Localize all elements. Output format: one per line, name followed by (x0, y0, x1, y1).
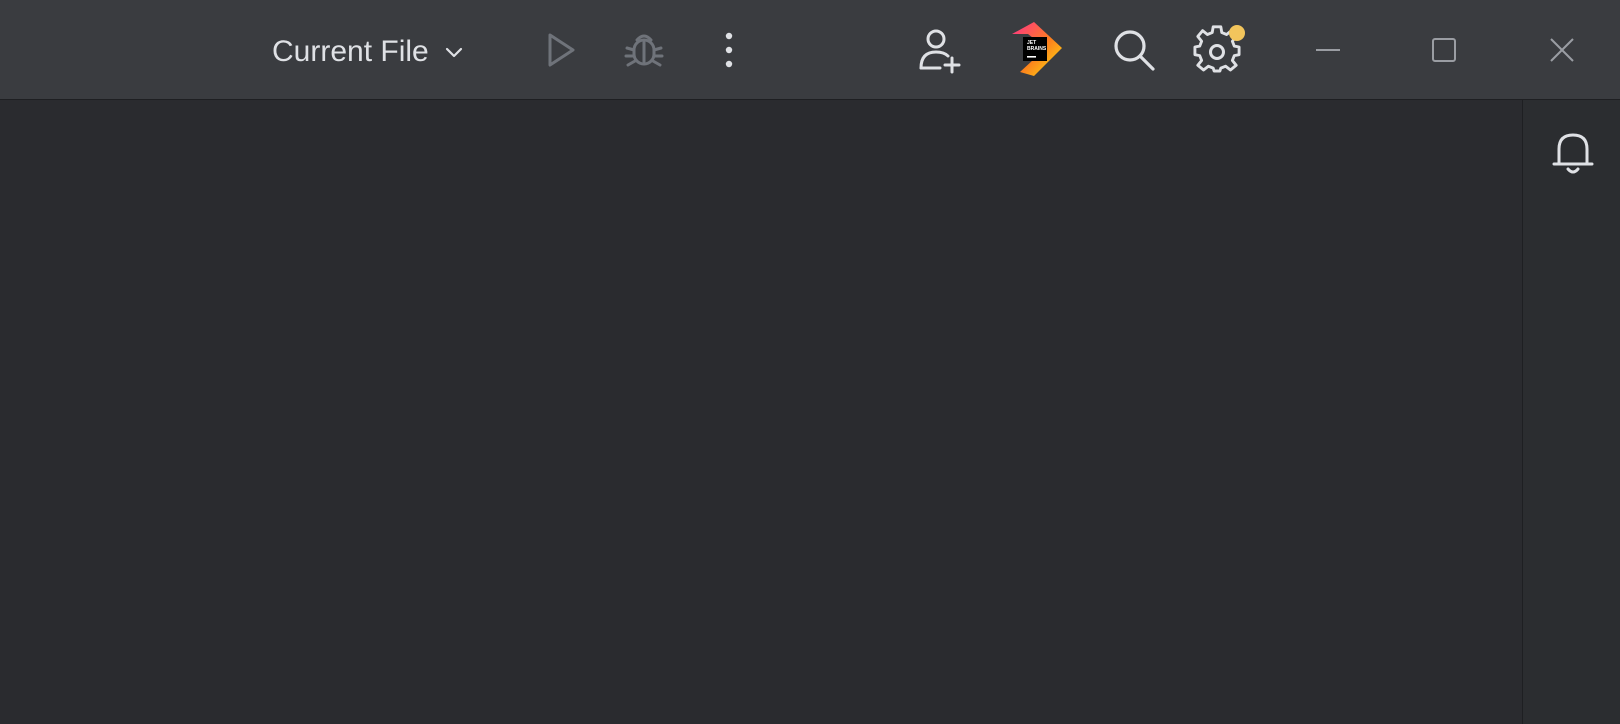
code-with-me-button[interactable] (914, 24, 966, 76)
jetbrains-account-button[interactable]: JET BRAINS (1006, 20, 1066, 80)
right-tool-window-bar (1522, 100, 1620, 724)
chevron-down-icon (445, 47, 462, 58)
jetbrains-logo-icon: JET BRAINS (1012, 22, 1062, 76)
maximize-button[interactable] (1418, 26, 1470, 74)
play-icon (548, 33, 575, 67)
bug-icon (624, 34, 664, 67)
minimize-button[interactable] (1302, 26, 1354, 74)
title-bar: Current File JET BRAINS (0, 0, 1620, 100)
search-everywhere-button[interactable] (1108, 24, 1160, 76)
more-actions-button[interactable] (703, 24, 755, 76)
settings-update-badge (1229, 25, 1245, 41)
minimize-icon (1316, 49, 1340, 51)
run-button[interactable] (534, 24, 586, 76)
notifications-button[interactable] (1549, 128, 1597, 176)
ide-window: Current File JET BRAINS (0, 0, 1620, 724)
debug-button[interactable] (618, 24, 670, 76)
editor-area[interactable] (0, 100, 1522, 724)
run-configuration-dropdown[interactable]: Current File (272, 30, 465, 74)
close-icon (1550, 38, 1574, 62)
more-vertical-icon (725, 32, 733, 68)
svg-text:BRAINS: BRAINS (1027, 46, 1047, 52)
run-configuration-label: Current File (272, 35, 429, 68)
settings-button[interactable] (1192, 24, 1245, 76)
search-icon (1114, 30, 1155, 71)
close-window-button[interactable] (1536, 26, 1588, 74)
add-user-icon (919, 29, 961, 74)
bell-icon (1552, 133, 1594, 174)
maximize-icon (1432, 38, 1456, 62)
